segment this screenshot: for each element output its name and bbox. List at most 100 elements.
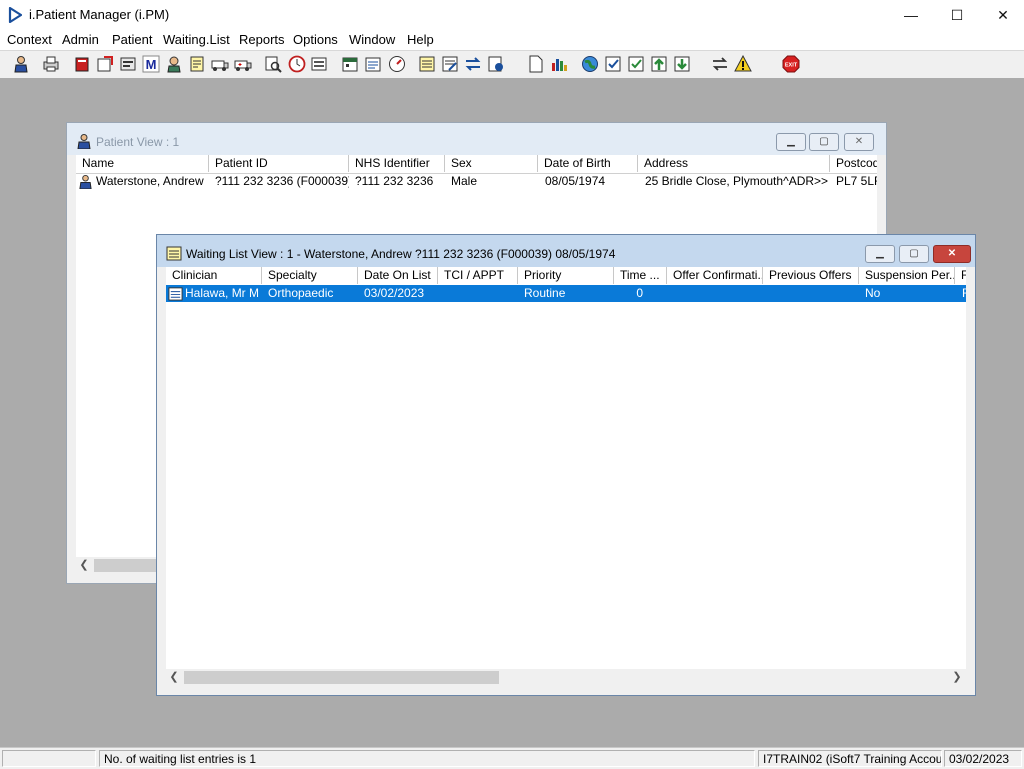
column-header-name[interactable]: Name	[76, 155, 209, 172]
menu-help[interactable]: Help	[407, 32, 434, 47]
column-header-address[interactable]: Address	[638, 155, 830, 172]
cell-address: 25 Bridle Close, Plymouth^ADR>>	[645, 174, 829, 188]
page-icon[interactable]	[527, 55, 545, 73]
scroll-right-icon[interactable]: ❯	[949, 669, 965, 686]
column-header-date-on-list[interactable]: Date On List	[358, 267, 438, 284]
waiting-list-maximize-button[interactable]: ▢	[899, 245, 929, 263]
column-header-f[interactable]: F	[955, 267, 966, 284]
mdi-workspace: Patient View : 1 ▁ ▢ ✕ Name Patient ID N…	[0, 78, 1024, 747]
menu-patient[interactable]: Patient	[112, 32, 152, 47]
user-icon[interactable]	[165, 55, 183, 73]
bar-chart-icon[interactable]	[550, 55, 568, 73]
cell-offer-confirmation	[667, 285, 763, 302]
waiting-list-horizontal-scrollbar[interactable]: ❮ ❯	[166, 669, 966, 686]
waiting-list-minimize-button[interactable]: ▁	[865, 245, 895, 263]
cell-patient-id: ?111 232 3236 (F000039)	[215, 174, 349, 188]
report-icon[interactable]	[119, 55, 137, 73]
schedule-icon[interactable]	[364, 55, 382, 73]
column-header-offer-confirmation[interactable]: Offer Confirmati...	[667, 267, 763, 284]
menu-admin[interactable]: Admin	[62, 32, 99, 47]
patient-icon	[77, 134, 91, 149]
status-date: 03/02/2023	[944, 750, 1022, 767]
waiting-list-icon	[166, 246, 182, 261]
scroll-thumb[interactable]	[94, 559, 164, 572]
m-icon[interactable]: M	[142, 55, 160, 73]
list-icon[interactable]	[418, 55, 436, 73]
waiting-list-close-button[interactable]: ✕	[933, 245, 971, 263]
approve-icon[interactable]	[627, 55, 645, 73]
table-row[interactable]: Halawa, Mr M Orthopaedic 03/02/2023 Rout…	[166, 285, 966, 302]
column-header-specialty[interactable]: Specialty	[262, 267, 358, 284]
patient-grid-header: Name Patient ID NHS Identifier Sex Date …	[76, 155, 877, 174]
exit-icon[interactable]: EXIT	[782, 55, 800, 73]
menu-reports[interactable]: Reports	[239, 32, 285, 47]
exit-icon-label: EXIT	[785, 63, 798, 69]
calendar-icon[interactable]	[341, 55, 359, 73]
patient-view-title: Patient View : 1	[96, 135, 180, 149]
column-header-nhs-identifier[interactable]: NHS Identifier	[349, 155, 445, 172]
menu-bar: Context Admin Patient Waiting.List Repor…	[0, 30, 1024, 50]
minimize-button[interactable]: —	[888, 0, 934, 30]
column-header-priority[interactable]: Priority	[518, 267, 614, 284]
scroll-left-icon[interactable]: ❮	[166, 669, 182, 686]
warning-icon[interactable]	[734, 55, 752, 73]
patient-search-icon[interactable]	[12, 55, 30, 73]
column-header-clinician[interactable]: Clinician	[166, 267, 262, 284]
column-header-suspension-period[interactable]: Suspension Per...	[859, 267, 955, 284]
book-icon[interactable]	[73, 55, 91, 73]
column-header-time[interactable]: Time ...	[614, 267, 667, 284]
maximize-button[interactable]: ☐	[934, 0, 980, 30]
status-bar: No. of waiting list entries is 1 I7TRAIN…	[0, 747, 1024, 769]
document-search-icon[interactable]	[264, 55, 282, 73]
export-icon[interactable]	[650, 55, 668, 73]
globe-icon[interactable]	[581, 55, 599, 73]
close-button[interactable]: ✕	[980, 0, 1024, 30]
patient-view-maximize-button[interactable]: ▢	[809, 133, 839, 151]
cell-clinician: Halawa, Mr M	[185, 286, 260, 300]
cell-suspension-period: No	[865, 286, 881, 300]
cell-specialty: Orthopaedic	[268, 286, 334, 300]
scroll-thumb[interactable]	[184, 671, 499, 684]
column-header-sex[interactable]: Sex	[445, 155, 538, 172]
patient-view-close-button[interactable]: ✕	[844, 133, 874, 151]
cell-postcode: PL7 5LF	[836, 174, 877, 188]
column-header-postcode[interactable]: Postcod	[830, 155, 877, 172]
printer-icon[interactable]	[42, 55, 60, 73]
cell-nhs-identifier: ?111 232 3236	[355, 174, 434, 188]
table-row[interactable]: Waterstone, Andrew ?111 232 3236 (F00003…	[76, 173, 877, 190]
gauge-icon[interactable]	[388, 55, 406, 73]
menu-context[interactable]: Context	[7, 32, 52, 47]
menu-window[interactable]: Window	[349, 32, 395, 47]
list-edit-icon[interactable]	[441, 55, 459, 73]
check-icon[interactable]	[604, 55, 622, 73]
pdf-icon[interactable]	[487, 55, 505, 73]
menu-options[interactable]: Options	[293, 32, 338, 47]
swap-icon[interactable]	[711, 55, 729, 73]
clock-icon[interactable]	[288, 55, 306, 73]
cell-previous-offers	[763, 285, 859, 302]
form-icon[interactable]	[310, 55, 328, 73]
transfer-icon[interactable]	[464, 55, 482, 73]
notes-icon[interactable]	[188, 55, 206, 73]
toolbar: M EXIT	[0, 50, 1024, 79]
column-header-previous-offers[interactable]: Previous Offers	[763, 267, 859, 284]
cell-f: F	[962, 286, 966, 300]
patient-view-caption[interactable]: Patient View : 1 ▁ ▢ ✕	[67, 123, 886, 155]
app-logo-icon	[8, 7, 22, 23]
cell-name: Waterstone, Andrew	[96, 174, 204, 188]
patient-view-minimize-button[interactable]: ▁	[776, 133, 806, 151]
app-title: i.Patient Manager (i.PM)	[29, 7, 170, 22]
column-header-tci-appt[interactable]: TCI / APPT	[438, 267, 518, 284]
column-header-date-of-birth[interactable]: Date of Birth	[538, 155, 638, 172]
waiting-list-view-window[interactable]: Waiting List View : 1 - Waterstone, Andr…	[156, 234, 976, 696]
cell-sex: Male	[451, 174, 478, 188]
referral-icon[interactable]	[96, 55, 114, 73]
waiting-list-caption[interactable]: Waiting List View : 1 - Waterstone, Andr…	[157, 235, 975, 267]
cell-date-on-list: 03/02/2023	[364, 286, 425, 300]
ambulance-icon[interactable]	[211, 55, 229, 73]
column-header-patient-id[interactable]: Patient ID	[209, 155, 349, 172]
scroll-left-icon[interactable]: ❮	[76, 557, 92, 574]
ambulance-2-icon[interactable]	[234, 55, 252, 73]
import-icon[interactable]	[673, 55, 691, 73]
menu-waiting-list[interactable]: Waiting.List	[163, 32, 230, 47]
